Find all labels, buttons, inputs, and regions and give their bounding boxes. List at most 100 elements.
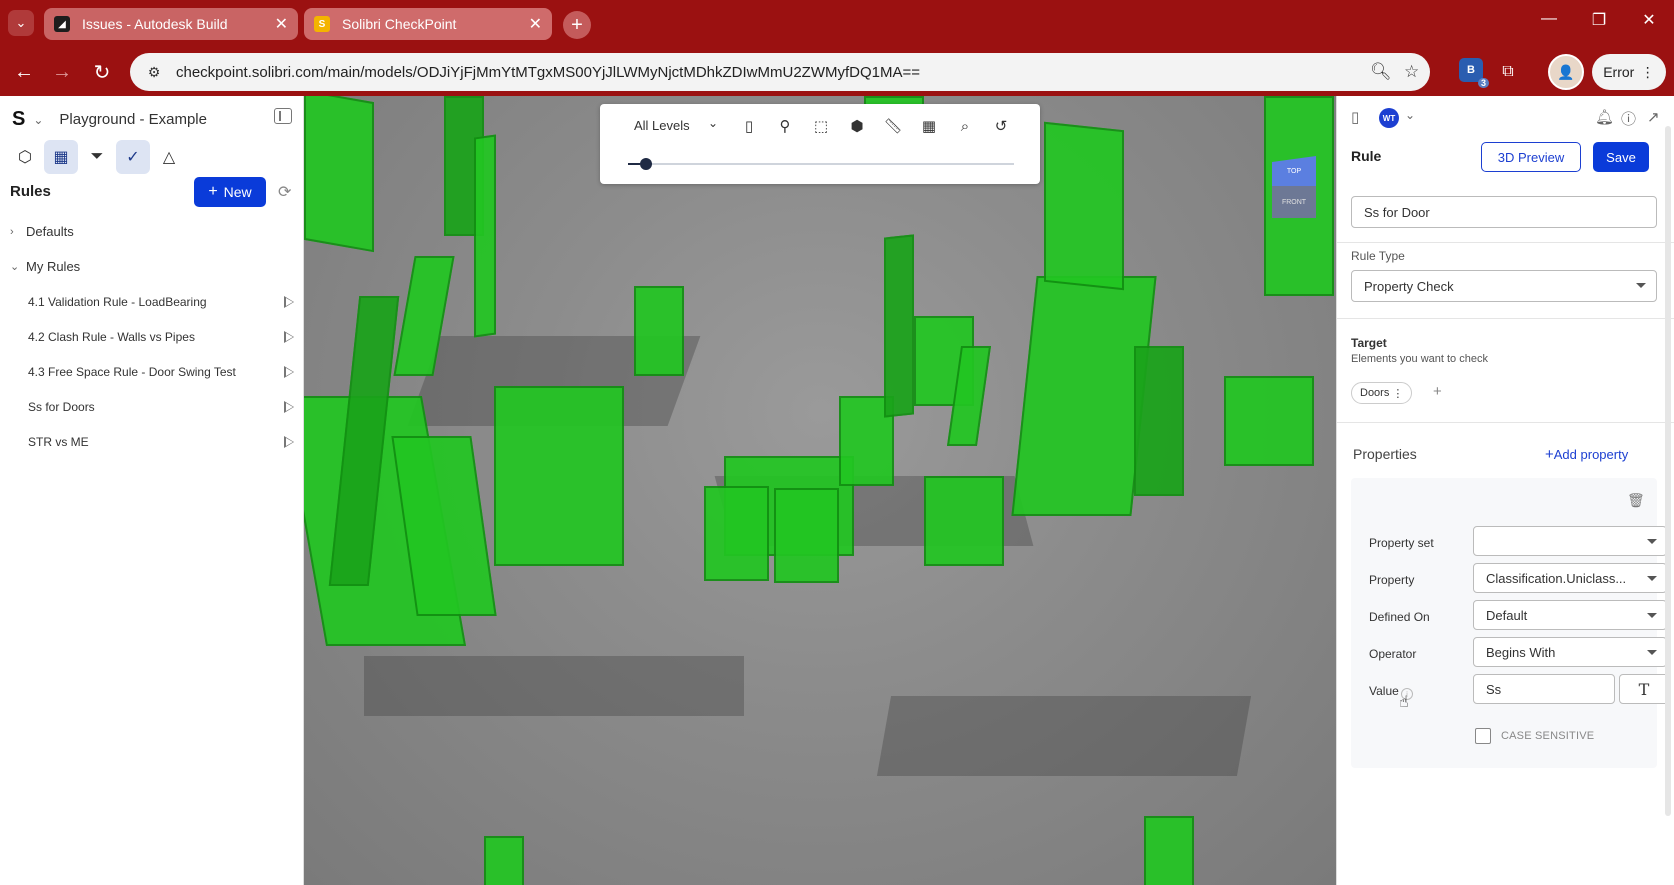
tab-solibri-checkpoint[interactable]: S Solibri CheckPoint ✕ [304, 8, 552, 40]
tree-group-defaults[interactable]: › Defaults [10, 224, 74, 239]
highlighted-door[interactable] [304, 96, 374, 253]
kebab-menu-icon[interactable]: ⋮ [1392, 387, 1403, 400]
view-cube-front[interactable]: FRONT [1272, 186, 1316, 218]
back-icon[interactable]: ← [10, 58, 38, 86]
rule-item[interactable]: 4.1 Validation Rule - LoadBearing [28, 295, 294, 309]
highlighted-door[interactable] [1224, 376, 1314, 466]
defined-on-select[interactable]: Default [1473, 600, 1667, 630]
3d-preview-button[interactable]: 3D Preview [1481, 142, 1581, 172]
rule-item[interactable]: Ss for Doors [28, 400, 294, 414]
window-close-icon[interactable]: ✕ [1634, 10, 1664, 30]
trash-icon[interactable]: 🗑︎ [1627, 492, 1645, 509]
issues-triangle-icon[interactable]: △ [152, 140, 186, 174]
sidebar-toggle-icon[interactable]: ▯ [1351, 108, 1359, 126]
close-icon[interactable]: ✕ [275, 14, 288, 34]
play-icon[interactable] [284, 401, 294, 413]
target-chip-doors[interactable]: Doors ⋮ [1351, 382, 1413, 404]
model-cube-icon[interactable]: ⬡ [8, 140, 42, 174]
kebab-menu-icon[interactable]: ⋮ [1641, 64, 1655, 81]
level-slider-handle[interactable] [639, 158, 652, 170]
property-set-select[interactable] [1473, 526, 1667, 556]
forward-icon[interactable]: → [48, 58, 76, 86]
highlighted-door[interactable] [884, 234, 914, 418]
zoom-fit-icon[interactable]: ⌕ [954, 115, 976, 137]
external-link-icon[interactable]: ↗ [1647, 108, 1660, 126]
defined-on-label: Defined On [1369, 610, 1430, 624]
play-icon[interactable] [284, 366, 294, 378]
highlighted-door[interactable] [634, 286, 684, 376]
table-view-icon[interactable]: ▦ [44, 140, 78, 174]
rule-item[interactable]: STR vs ME [28, 435, 294, 449]
map-icon[interactable]: ▯ [738, 115, 760, 137]
rules-check-icon[interactable]: ✓ [116, 140, 150, 174]
new-rule-button[interactable]: + New [194, 177, 266, 207]
tab-search-button[interactable]: ⌄ [8, 10, 34, 36]
avatar[interactable]: WT [1379, 108, 1399, 128]
view-cube-top[interactable]: TOP [1272, 156, 1316, 186]
property-select[interactable]: Classification.Uniclass... [1473, 563, 1667, 593]
level-slider-track[interactable] [628, 163, 1014, 165]
collapse-panel-icon[interactable] [274, 108, 292, 124]
selection-box-icon[interactable]: ⬚ [810, 115, 832, 137]
highlighted-door[interactable] [924, 476, 1004, 566]
grid-icon[interactable]: ▦ [918, 115, 940, 137]
bell-icon[interactable]: 🔔︎ [1595, 108, 1614, 126]
text-type-button[interactable]: T [1619, 674, 1669, 704]
view-cube[interactable]: TOP FRONT [1272, 156, 1316, 220]
bookmark-star-icon[interactable]: ☆ [1404, 62, 1419, 82]
add-target-plus-icon[interactable]: + [1433, 383, 1442, 400]
info-icon[interactable]: ⓘ [1621, 108, 1636, 129]
chevron-down-icon[interactable]: ⌄ [33, 113, 43, 127]
rule-item[interactable]: 4.3 Free Space Rule - Door Swing Test [28, 365, 294, 379]
add-property-button[interactable]: +Add property [1545, 446, 1628, 463]
section-cube-icon[interactable]: ⬢ [846, 115, 868, 137]
rule-item[interactable]: 4.2 Clash Rule - Walls vs Pipes [28, 330, 294, 344]
value-input[interactable]: Ss [1473, 674, 1615, 704]
save-button[interactable]: Save [1593, 142, 1649, 172]
operator-select[interactable]: Begins With [1473, 637, 1667, 667]
floor-shadow [364, 656, 744, 716]
url-text[interactable]: checkpoint.solibri.com/main/models/ODJiY… [176, 64, 920, 81]
ruler-icon[interactable]: 📏︎ [882, 115, 904, 137]
target-subtitle: Elements you want to check [1351, 353, 1488, 365]
profile-error-button[interactable]: Error ⋮ [1592, 54, 1666, 90]
project-header[interactable]: S ⌄ Playground - Example [12, 108, 207, 131]
rule-type-select[interactable]: Property Check [1351, 270, 1657, 302]
highlighted-door[interactable] [1144, 816, 1194, 885]
3d-model-viewport[interactable] [304, 96, 1336, 885]
minimize-icon[interactable]: — [1534, 10, 1564, 28]
rule-name-input[interactable]: Ss for Door [1351, 196, 1657, 228]
chevron-down-icon[interactable]: ⌄ [708, 116, 718, 130]
omnibox[interactable]: ⚙ checkpoint.solibri.com/main/models/ODJ… [130, 53, 1430, 91]
new-tab-button[interactable]: + [563, 11, 591, 39]
highlighted-door[interactable] [494, 386, 624, 566]
play-icon[interactable] [284, 296, 294, 308]
level-select[interactable]: All Levels [634, 118, 690, 133]
refresh-icon[interactable]: ⟳ [278, 182, 291, 202]
play-icon[interactable] [284, 436, 294, 448]
filter-icon[interactable]: ⏷ [80, 140, 114, 174]
profile-avatar[interactable]: 👤 [1548, 54, 1584, 90]
restore-icon[interactable]: ❐ [1584, 10, 1614, 30]
extensions-puzzle-icon[interactable]: ⧉ [1494, 58, 1522, 86]
highlighted-door[interactable] [474, 134, 496, 338]
close-icon[interactable]: ✕ [529, 14, 542, 34]
tab-autodesk-build[interactable]: ◢ Issues - Autodesk Build ✕ [44, 8, 298, 40]
dropdown-arrow-icon [1647, 539, 1657, 544]
reload-icon[interactable]: ↻ [88, 58, 116, 86]
chevron-down-icon[interactable]: ⌄ [1405, 108, 1415, 122]
extension-icon[interactable]: B3 [1459, 58, 1489, 88]
walk-person-icon[interactable]: ⚲ [774, 115, 796, 137]
case-sensitive-checkbox[interactable] [1475, 728, 1491, 744]
tree-group-my-rules[interactable]: ⌄ My Rules [10, 259, 80, 274]
highlighted-door[interactable] [484, 836, 524, 885]
zoom-icon[interactable]: 🔍︎ [1370, 62, 1392, 82]
scrollbar[interactable] [1665, 126, 1671, 816]
highlighted-door[interactable] [1044, 121, 1124, 291]
site-info-icon[interactable]: ⚙ [144, 62, 164, 82]
reset-view-icon[interactable]: ↺ [990, 115, 1012, 137]
play-icon[interactable] [284, 331, 294, 343]
highlighted-door[interactable] [774, 488, 839, 583]
highlighted-door[interactable] [704, 486, 769, 581]
highlighted-door[interactable] [1134, 346, 1184, 496]
